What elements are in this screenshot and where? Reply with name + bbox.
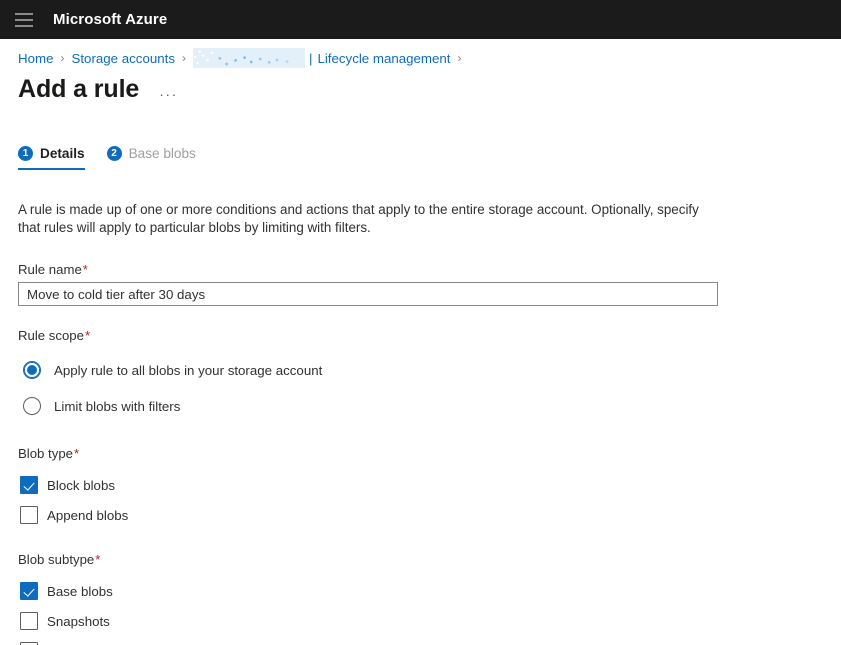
breadcrumb-item-storage-accounts[interactable]: Storage accounts bbox=[71, 51, 175, 66]
breadcrumb-item-redacted-account-name[interactable] bbox=[192, 48, 305, 68]
checkbox-checked-icon[interactable] bbox=[20, 582, 38, 600]
checkbox-snapshots-label: Snapshots bbox=[47, 613, 110, 629]
required-asterisk: * bbox=[95, 552, 101, 567]
breadcrumb-pipe-divider: | bbox=[308, 50, 313, 66]
breadcrumb: Home › Storage accounts › | Lifecycle ma… bbox=[18, 48, 469, 68]
chevron-right-icon: › bbox=[181, 51, 186, 65]
breadcrumb-item-home[interactable]: Home bbox=[18, 51, 53, 66]
checkbox-unchecked-icon[interactable] bbox=[20, 612, 38, 630]
checkbox-checked-icon[interactable] bbox=[20, 476, 38, 494]
rule-name-label: Rule name* bbox=[18, 262, 718, 277]
tab-step-number: 1 bbox=[18, 146, 33, 161]
checkbox-row-versions[interactable]: Versions bbox=[18, 636, 718, 645]
azure-brand-title[interactable]: Microsoft Azure bbox=[53, 11, 167, 28]
checkbox-append-blobs-label: Append blobs bbox=[47, 507, 129, 523]
checkbox-block-blobs-label: Block blobs bbox=[47, 477, 115, 493]
checkbox-row-block-blobs[interactable]: Block blobs bbox=[18, 470, 718, 500]
radio-apply-rule-all-blobs-label: Apply rule to all blobs in your storage … bbox=[54, 362, 323, 378]
blob-subtype-label-text: Blob subtype bbox=[18, 552, 95, 567]
required-asterisk: * bbox=[82, 262, 88, 277]
chevron-right-icon: › bbox=[457, 51, 462, 65]
chevron-right-icon: › bbox=[60, 51, 65, 65]
checkbox-row-snapshots[interactable]: Snapshots bbox=[18, 606, 718, 636]
rule-scope-group: Rule scope* Apply rule to all blobs in y… bbox=[18, 328, 718, 424]
tab-base-blobs[interactable]: 2 Base blobs bbox=[106, 146, 196, 170]
radio-button-unselected-icon[interactable] bbox=[23, 397, 41, 415]
blob-type-label: Blob type* bbox=[18, 446, 718, 461]
tab-step-number: 2 bbox=[106, 146, 122, 161]
wizard-tabs: 1 Details 2 Base blobs bbox=[18, 146, 218, 170]
tab-details[interactable]: 1 Details bbox=[18, 146, 85, 170]
radio-button-selected-icon[interactable] bbox=[23, 361, 41, 379]
blob-subtype-group: Blob subtype* Base blobs Snapshots Versi… bbox=[18, 552, 718, 645]
page-title: Add a rule bbox=[18, 75, 140, 103]
rule-scope-label-text: Rule scope bbox=[18, 328, 84, 343]
global-header: Microsoft Azure bbox=[0, 0, 841, 39]
radio-apply-rule-all-blobs[interactable]: Apply rule to all blobs in your storage … bbox=[18, 352, 718, 388]
blob-type-group: Blob type* Block blobs Append blobs bbox=[18, 446, 718, 530]
breadcrumb-item-lifecycle-management[interactable]: Lifecycle management bbox=[317, 51, 450, 66]
blob-type-label-text: Blob type bbox=[18, 446, 73, 461]
azure-portal-page: Microsoft Azure Home › Storage accounts … bbox=[0, 0, 841, 645]
page-title-row: Add a rule ··· bbox=[18, 73, 178, 105]
form-description: A rule is made up of one or more conditi… bbox=[18, 202, 699, 235]
checkbox-unchecked-icon[interactable] bbox=[20, 506, 38, 524]
radio-limit-blobs-with-filters-label: Limit blobs with filters bbox=[54, 398, 181, 414]
checkbox-row-append-blobs[interactable]: Append blobs bbox=[18, 500, 718, 530]
add-rule-form: Rule name* Rule scope* Apply rule to all… bbox=[18, 262, 718, 645]
checkbox-base-blobs-label: Base blobs bbox=[47, 583, 113, 599]
checkbox-row-base-blobs[interactable]: Base blobs bbox=[18, 576, 718, 606]
radio-limit-blobs-with-filters[interactable]: Limit blobs with filters bbox=[18, 388, 718, 424]
blob-subtype-label: Blob subtype* bbox=[18, 552, 718, 567]
tab-details-label: Details bbox=[40, 146, 85, 161]
more-actions-ellipsis-icon[interactable]: ··· bbox=[159, 87, 178, 101]
required-asterisk: * bbox=[84, 328, 91, 343]
hamburger-menu-icon[interactable] bbox=[15, 12, 33, 27]
rule-scope-label: Rule scope* bbox=[18, 328, 718, 343]
tab-base-blobs-label: Base blobs bbox=[128, 146, 196, 161]
required-asterisk: * bbox=[74, 446, 80, 461]
rule-name-input[interactable] bbox=[18, 282, 718, 306]
rule-name-label-text: Rule name bbox=[18, 262, 82, 277]
